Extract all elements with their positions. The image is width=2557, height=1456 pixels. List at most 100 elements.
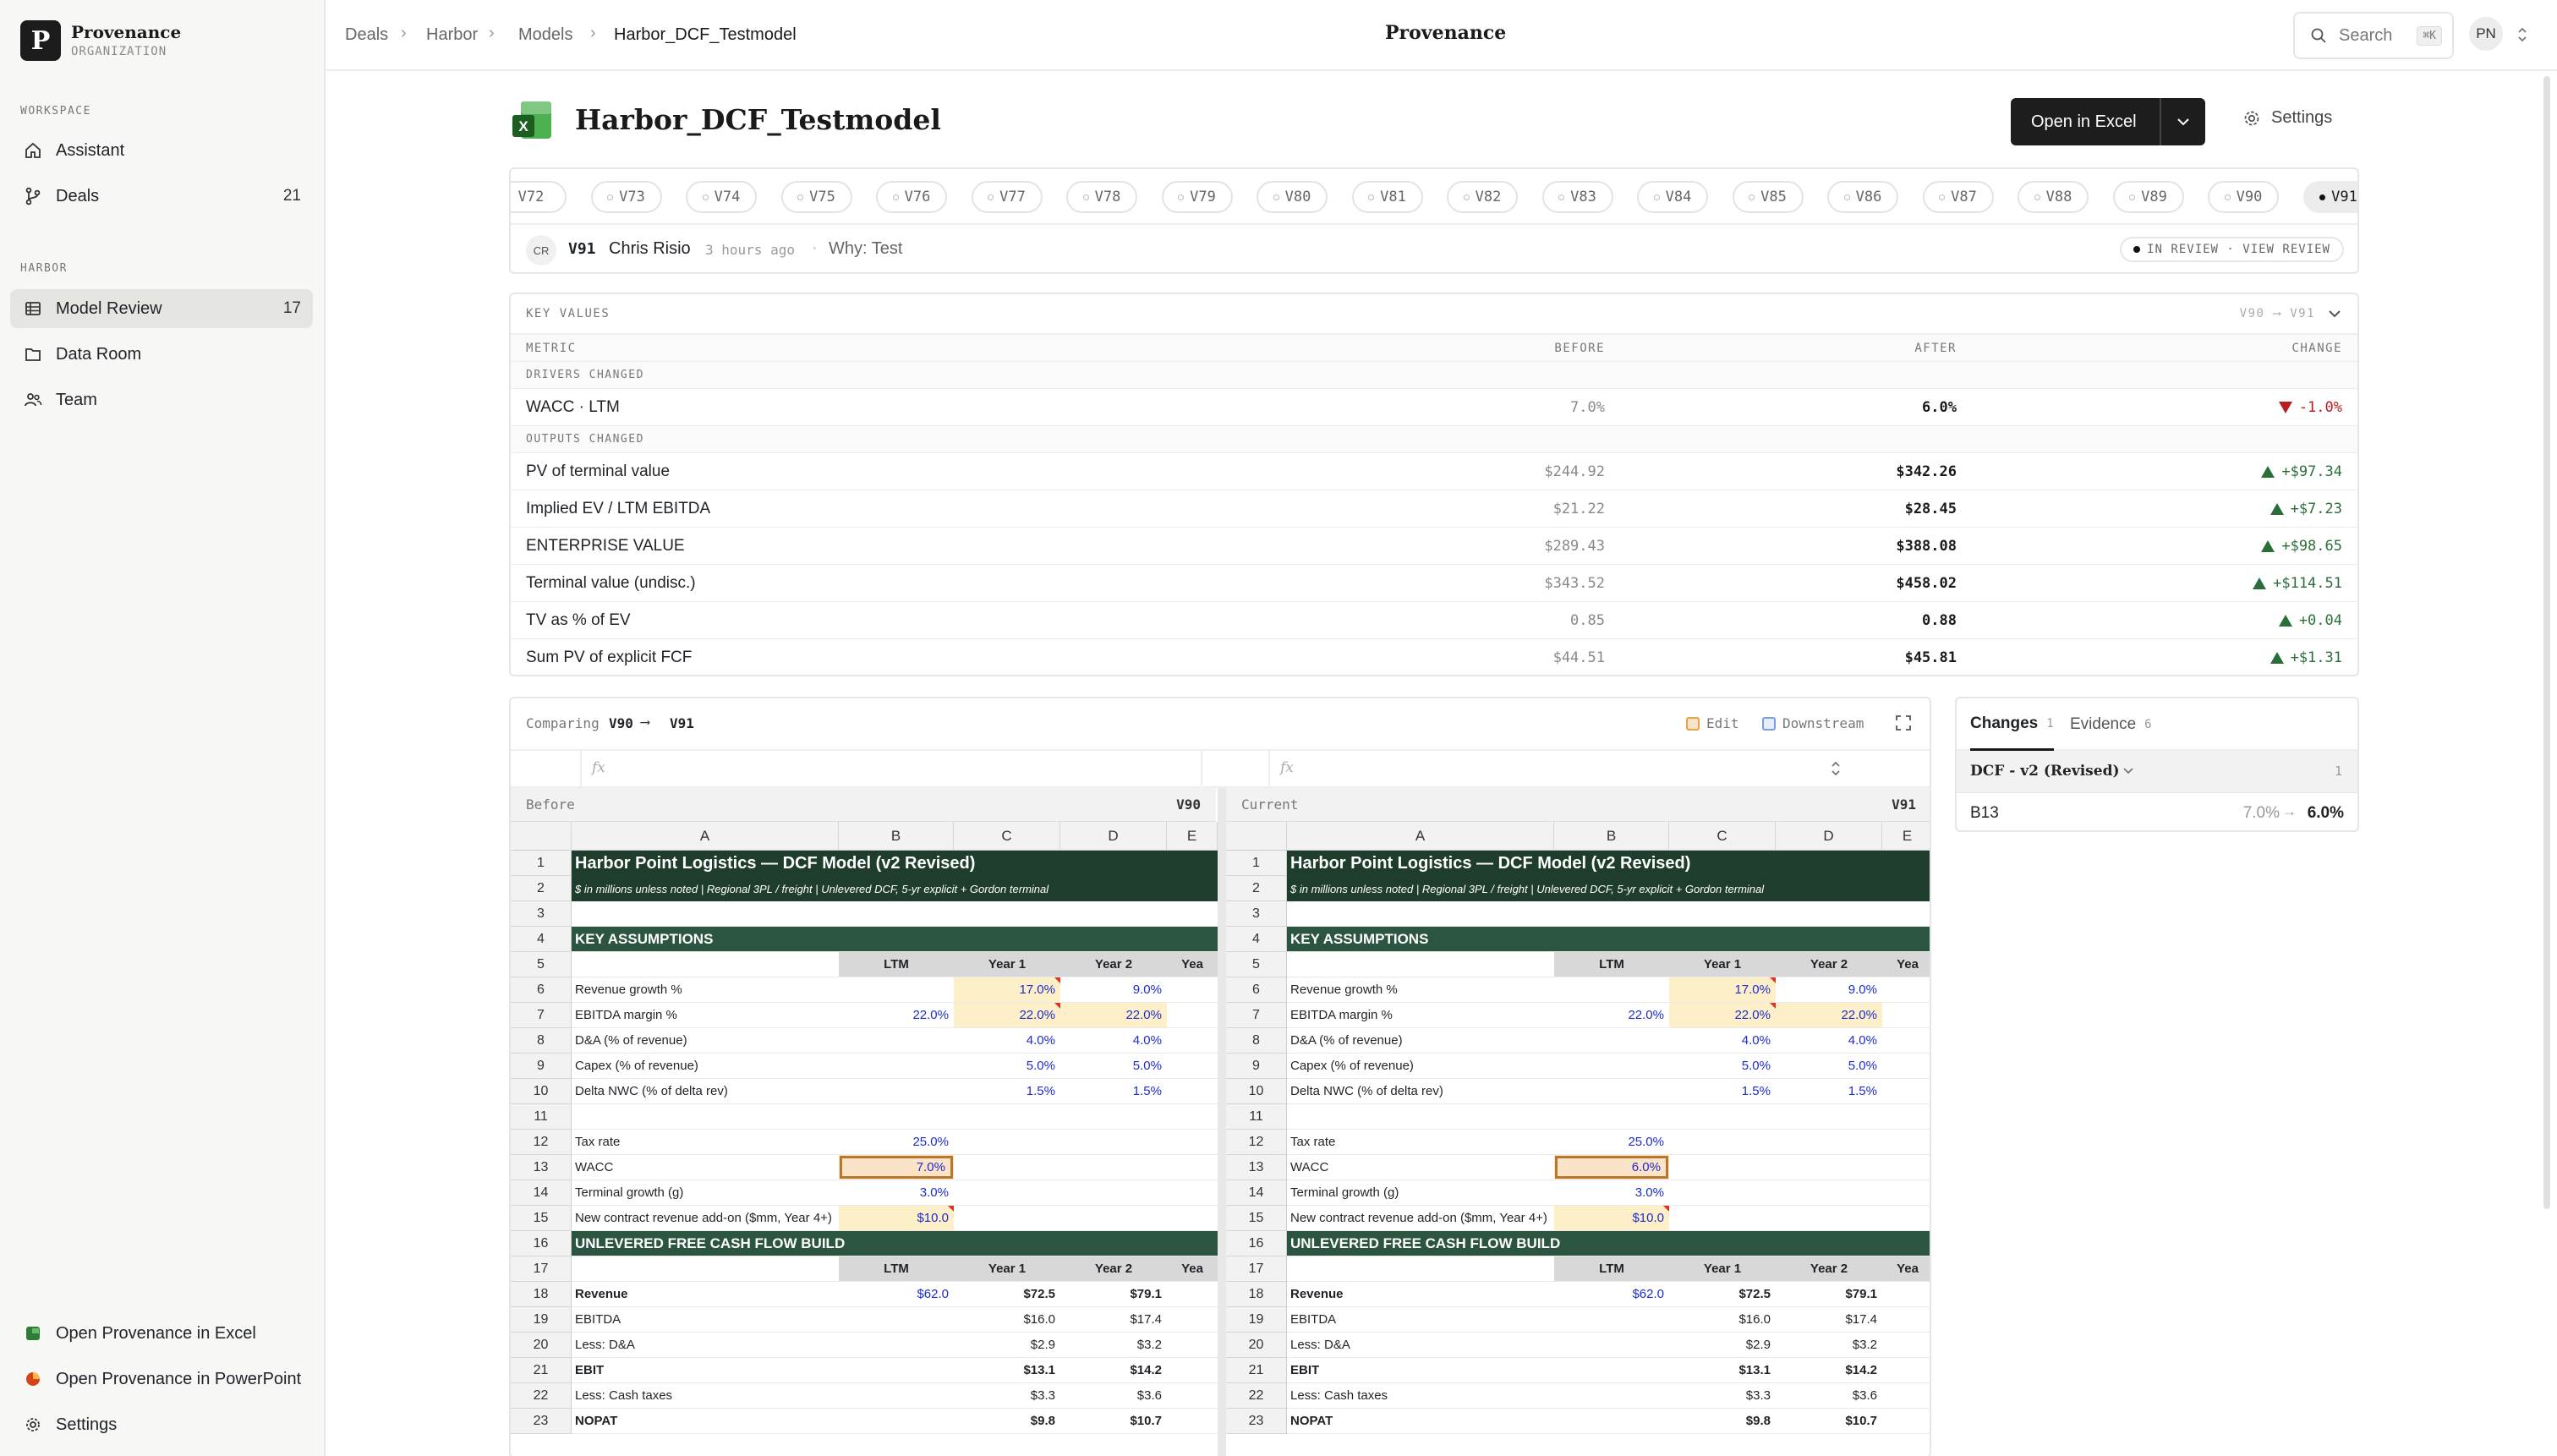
assumption-year1[interactable]: 22.0% (954, 1003, 1060, 1027)
version-chip[interactable]: V80 (1257, 181, 1328, 213)
row-header[interactable]: 3 (1226, 901, 1287, 927)
version-chip[interactable]: V76 (876, 181, 947, 213)
row-header[interactable]: 6 (511, 977, 572, 1003)
sheet-corner[interactable] (511, 822, 572, 851)
terminal-growth-value[interactable]: 3.0% (1554, 1180, 1669, 1205)
open-in-excel-button[interactable]: Open in Excel (2011, 98, 2205, 145)
build-year1[interactable]: $72.5 (1669, 1282, 1776, 1306)
sidebar-item-team[interactable]: Team (10, 380, 313, 419)
column-header[interactable]: C (954, 822, 1060, 851)
breadcrumb-harbor[interactable]: Harbor (426, 25, 478, 45)
expand-icon[interactable] (1894, 714, 1913, 732)
assumption-ltm[interactable] (839, 1028, 954, 1053)
row-header[interactable]: 5 (511, 952, 572, 977)
version-chip[interactable]: V72 (511, 181, 567, 213)
search-button[interactable]: Search ⌘K (2293, 12, 2454, 59)
row-header[interactable]: 17 (511, 1256, 572, 1282)
build-year1[interactable]: $16.0 (1669, 1307, 1776, 1332)
row-header[interactable]: 10 (511, 1079, 572, 1104)
build-year1[interactable]: $3.3 (954, 1383, 1060, 1408)
build-year1[interactable]: $9.8 (954, 1409, 1060, 1433)
period-header[interactable]: Year 1 (1669, 952, 1776, 977)
kv-row[interactable]: WACC · LTM 7.0% 6.0% -1.0% (511, 389, 2357, 426)
section-ufcf[interactable]: UNLEVERED FREE CASH FLOW BUILD (572, 1231, 1214, 1256)
settings-button[interactable]: Settings (2242, 108, 2332, 128)
row-header[interactable]: 13 (1226, 1155, 1287, 1180)
version-chip[interactable]: V90 (2208, 181, 2279, 213)
row-header[interactable]: 21 (1226, 1358, 1287, 1383)
assumption-year1[interactable]: 5.0% (954, 1054, 1060, 1078)
row-header[interactable]: 18 (511, 1282, 572, 1307)
row-header[interactable]: 12 (1226, 1130, 1287, 1155)
sheet-subtitle[interactable]: $ in millions unless noted | Regional 3P… (1287, 876, 1930, 901)
assumption-year1[interactable]: 5.0% (1669, 1054, 1776, 1078)
assumption-ltm[interactable] (1554, 977, 1669, 1002)
assumption-year2[interactable]: 1.5% (1060, 1079, 1167, 1103)
version-chip[interactable]: V89 (2112, 181, 2184, 213)
column-header[interactable]: A (1287, 822, 1554, 851)
version-chip[interactable]: V75 (780, 181, 852, 213)
build-label[interactable]: Less: D&A (572, 1333, 839, 1357)
page-scrollbar[interactable] (2543, 76, 2550, 1209)
build-year2[interactable]: $14.2 (1060, 1358, 1167, 1382)
tab-evidence[interactable]: Evidence 6 (2070, 698, 2152, 751)
org-name[interactable]: Provenance (71, 22, 181, 42)
version-chip[interactable]: V81 (1351, 181, 1423, 213)
version-chip[interactable]: V91 (2302, 181, 2357, 213)
row-header[interactable]: 11 (511, 1104, 572, 1130)
build-ltm[interactable] (1554, 1307, 1669, 1332)
build-label[interactable]: EBITDA (1287, 1307, 1554, 1332)
period-header[interactable]: Year 2 (1776, 952, 1882, 977)
assumption-year2[interactable]: 4.0% (1776, 1028, 1882, 1053)
terminal-growth-label[interactable]: Terminal growth (g) (1287, 1180, 1554, 1205)
kv-row[interactable]: Implied EV / LTM EBITDA $21.22 $28.45 +$7.2… (511, 490, 2357, 528)
build-label[interactable]: Less: Cash taxes (572, 1383, 839, 1408)
row-header[interactable]: 14 (511, 1180, 572, 1206)
addon-label[interactable]: New contract revenue add-on ($mm, Year 4… (572, 1206, 839, 1230)
row-header[interactable]: 6 (1226, 977, 1287, 1003)
version-chip[interactable]: V79 (1161, 181, 1233, 213)
build-ltm[interactable] (839, 1383, 954, 1408)
build-label[interactable]: EBIT (1287, 1358, 1554, 1382)
column-header[interactable]: B (1554, 822, 1669, 851)
build-year2[interactable]: $10.7 (1776, 1409, 1882, 1433)
row-header[interactable]: 4 (1226, 927, 1287, 952)
name-box[interactable] (1202, 751, 1270, 786)
row-header[interactable]: 16 (1226, 1231, 1287, 1256)
version-chip[interactable]: V87 (1922, 181, 1994, 213)
row-header[interactable]: 15 (1226, 1206, 1287, 1231)
sidebar-item-model-review[interactable]: Model Review 17 (10, 289, 313, 328)
assumption-year2[interactable]: 9.0% (1060, 977, 1167, 1002)
version-chip[interactable]: V82 (1447, 181, 1518, 213)
assumption-label[interactable]: Delta NWC (% of delta rev) (572, 1079, 839, 1103)
build-year2[interactable]: $3.6 (1060, 1383, 1167, 1408)
build-label[interactable]: NOPAT (572, 1409, 839, 1433)
build-label[interactable]: Less: D&A (1287, 1333, 1554, 1357)
build-year1[interactable]: $16.0 (954, 1307, 1060, 1332)
version-chip[interactable]: V77 (971, 181, 1043, 213)
assumption-year2[interactable]: 1.5% (1776, 1079, 1882, 1103)
open-in-excel-link[interactable]: Open Provenance in Excel (10, 1314, 313, 1353)
sheet-subtitle[interactable]: $ in millions unless noted | Regional 3P… (572, 876, 1214, 901)
assumption-year1[interactable]: 1.5% (954, 1079, 1060, 1103)
assumption-label[interactable]: Capex (% of revenue) (1287, 1054, 1554, 1078)
build-ltm[interactable] (839, 1307, 954, 1332)
build-year2[interactable]: $79.1 (1060, 1282, 1167, 1306)
kv-row[interactable]: PV of terminal value $244.92 $342.26 +$97.3… (511, 453, 2357, 490)
row-header[interactable]: 14 (1226, 1180, 1287, 1206)
row-header[interactable]: 1 (1226, 851, 1287, 876)
row-header[interactable]: 21 (511, 1358, 572, 1383)
chevron-down-icon[interactable] (2327, 309, 2342, 319)
build-ltm[interactable] (839, 1333, 954, 1357)
assumption-ltm[interactable] (1554, 1054, 1669, 1078)
period-header[interactable]: Yea (1882, 952, 1930, 977)
row-header[interactable]: 13 (511, 1155, 572, 1180)
period-header[interactable]: LTM (1554, 1256, 1669, 1281)
sidebar-item-assistant[interactable]: Assistant (10, 131, 313, 170)
column-header[interactable]: C (1669, 822, 1776, 851)
build-label[interactable]: Less: Cash taxes (1287, 1383, 1554, 1408)
assumption-year2[interactable]: 9.0% (1776, 977, 1882, 1002)
row-header[interactable]: 2 (1226, 876, 1287, 901)
row-header[interactable]: 9 (1226, 1054, 1287, 1079)
period-header[interactable]: Year 2 (1060, 952, 1167, 977)
